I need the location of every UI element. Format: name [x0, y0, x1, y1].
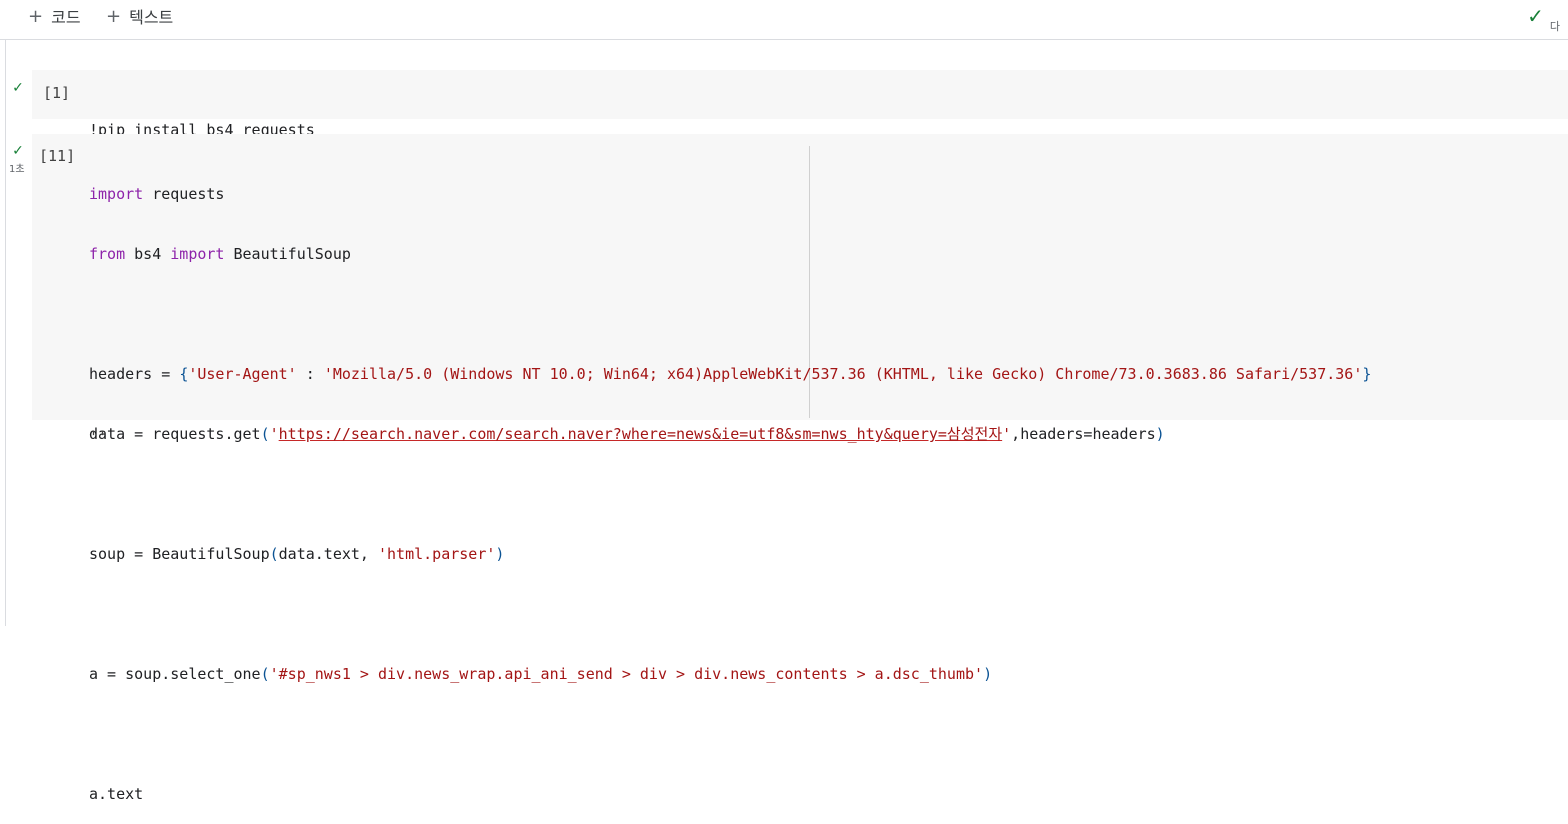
string-literal: 'Mozilla/5.0 (Windows NT 10.0; Win64; x6…	[323, 365, 1363, 383]
code-text: a = soup.select_one	[89, 665, 261, 683]
add-text-label: 텍스트	[129, 8, 174, 27]
cell-2-run-time: 1초	[9, 164, 25, 175]
cell-2-done-check-icon[interactable]: ✓	[10, 143, 26, 159]
code-line-4: headers = {'User-Agent' : 'Mozilla/5.0 (…	[89, 362, 1371, 386]
code-line-1: import requests	[89, 182, 1371, 206]
code-text: data = requests.get	[89, 425, 261, 443]
notebook-left-border	[5, 40, 6, 626]
url-link[interactable]: https://search.naver.com/search.naver?wh…	[279, 425, 1002, 443]
code-line-7: soup = BeautifulSoup(data.text, 'html.pa…	[89, 542, 1371, 566]
add-code-button[interactable]: + 코드	[28, 4, 81, 28]
keyword: from	[89, 245, 126, 263]
code-text: BeautifulSoup	[224, 245, 351, 263]
plus-icon: +	[106, 5, 122, 27]
keyword: import	[170, 245, 225, 263]
cell-1-exec-count: [1]	[43, 84, 71, 102]
code-line-2: from bs4 import BeautifulSoup	[89, 242, 1371, 266]
code-text: headers =	[89, 365, 180, 383]
string-literal: 'User-Agent'	[188, 365, 297, 383]
code-text: :	[296, 365, 324, 383]
code-text: data.text,	[278, 545, 378, 563]
add-text-button[interactable]: + 텍스트	[106, 4, 173, 28]
code-line-5: data = requests.get('https://search.nave…	[89, 422, 1371, 446]
keyword: import	[89, 185, 144, 203]
bracket: (	[260, 425, 270, 443]
bracket: )	[495, 545, 505, 563]
cell-2-exec-count: [11]	[39, 147, 76, 165]
code-text: requests	[143, 185, 225, 203]
string-literal: '	[269, 425, 279, 443]
string-literal: '#sp_nws1 > div.news_wrap.api_ani_send >…	[269, 665, 984, 683]
notebook-toolbar: + 코드 + 텍스트 ✓ 다	[0, 0, 1568, 40]
bracket: )	[1155, 425, 1165, 443]
status-label: 다	[1549, 20, 1560, 33]
connection-status[interactable]: ✓ 다	[1527, 6, 1560, 34]
cell-2-code[interactable]: import requests from bs4 import Beautifu…	[89, 146, 1371, 824]
bracket: }	[1362, 365, 1372, 383]
cell-1-done-check-icon[interactable]: ✓	[10, 80, 26, 96]
code-text: soup = BeautifulSoup	[89, 545, 270, 563]
code-text: bs4	[125, 245, 171, 263]
add-code-label: 코드	[51, 8, 81, 27]
string-literal: '	[1002, 425, 1012, 443]
code-line-11: a.text	[89, 785, 144, 803]
plus-icon: +	[28, 5, 44, 27]
code-line-9: a = soup.select_one('#sp_nws1 > div.news…	[89, 662, 1371, 686]
cell-2-output: ''	[89, 428, 108, 446]
string-literal: 'html.parser'	[378, 545, 496, 563]
bracket: (	[260, 665, 270, 683]
bracket: {	[179, 365, 189, 383]
check-icon: ✓	[1527, 4, 1544, 28]
code-text: ,headers=headers	[1011, 425, 1156, 443]
bracket: )	[983, 665, 993, 683]
bracket: (	[269, 545, 279, 563]
